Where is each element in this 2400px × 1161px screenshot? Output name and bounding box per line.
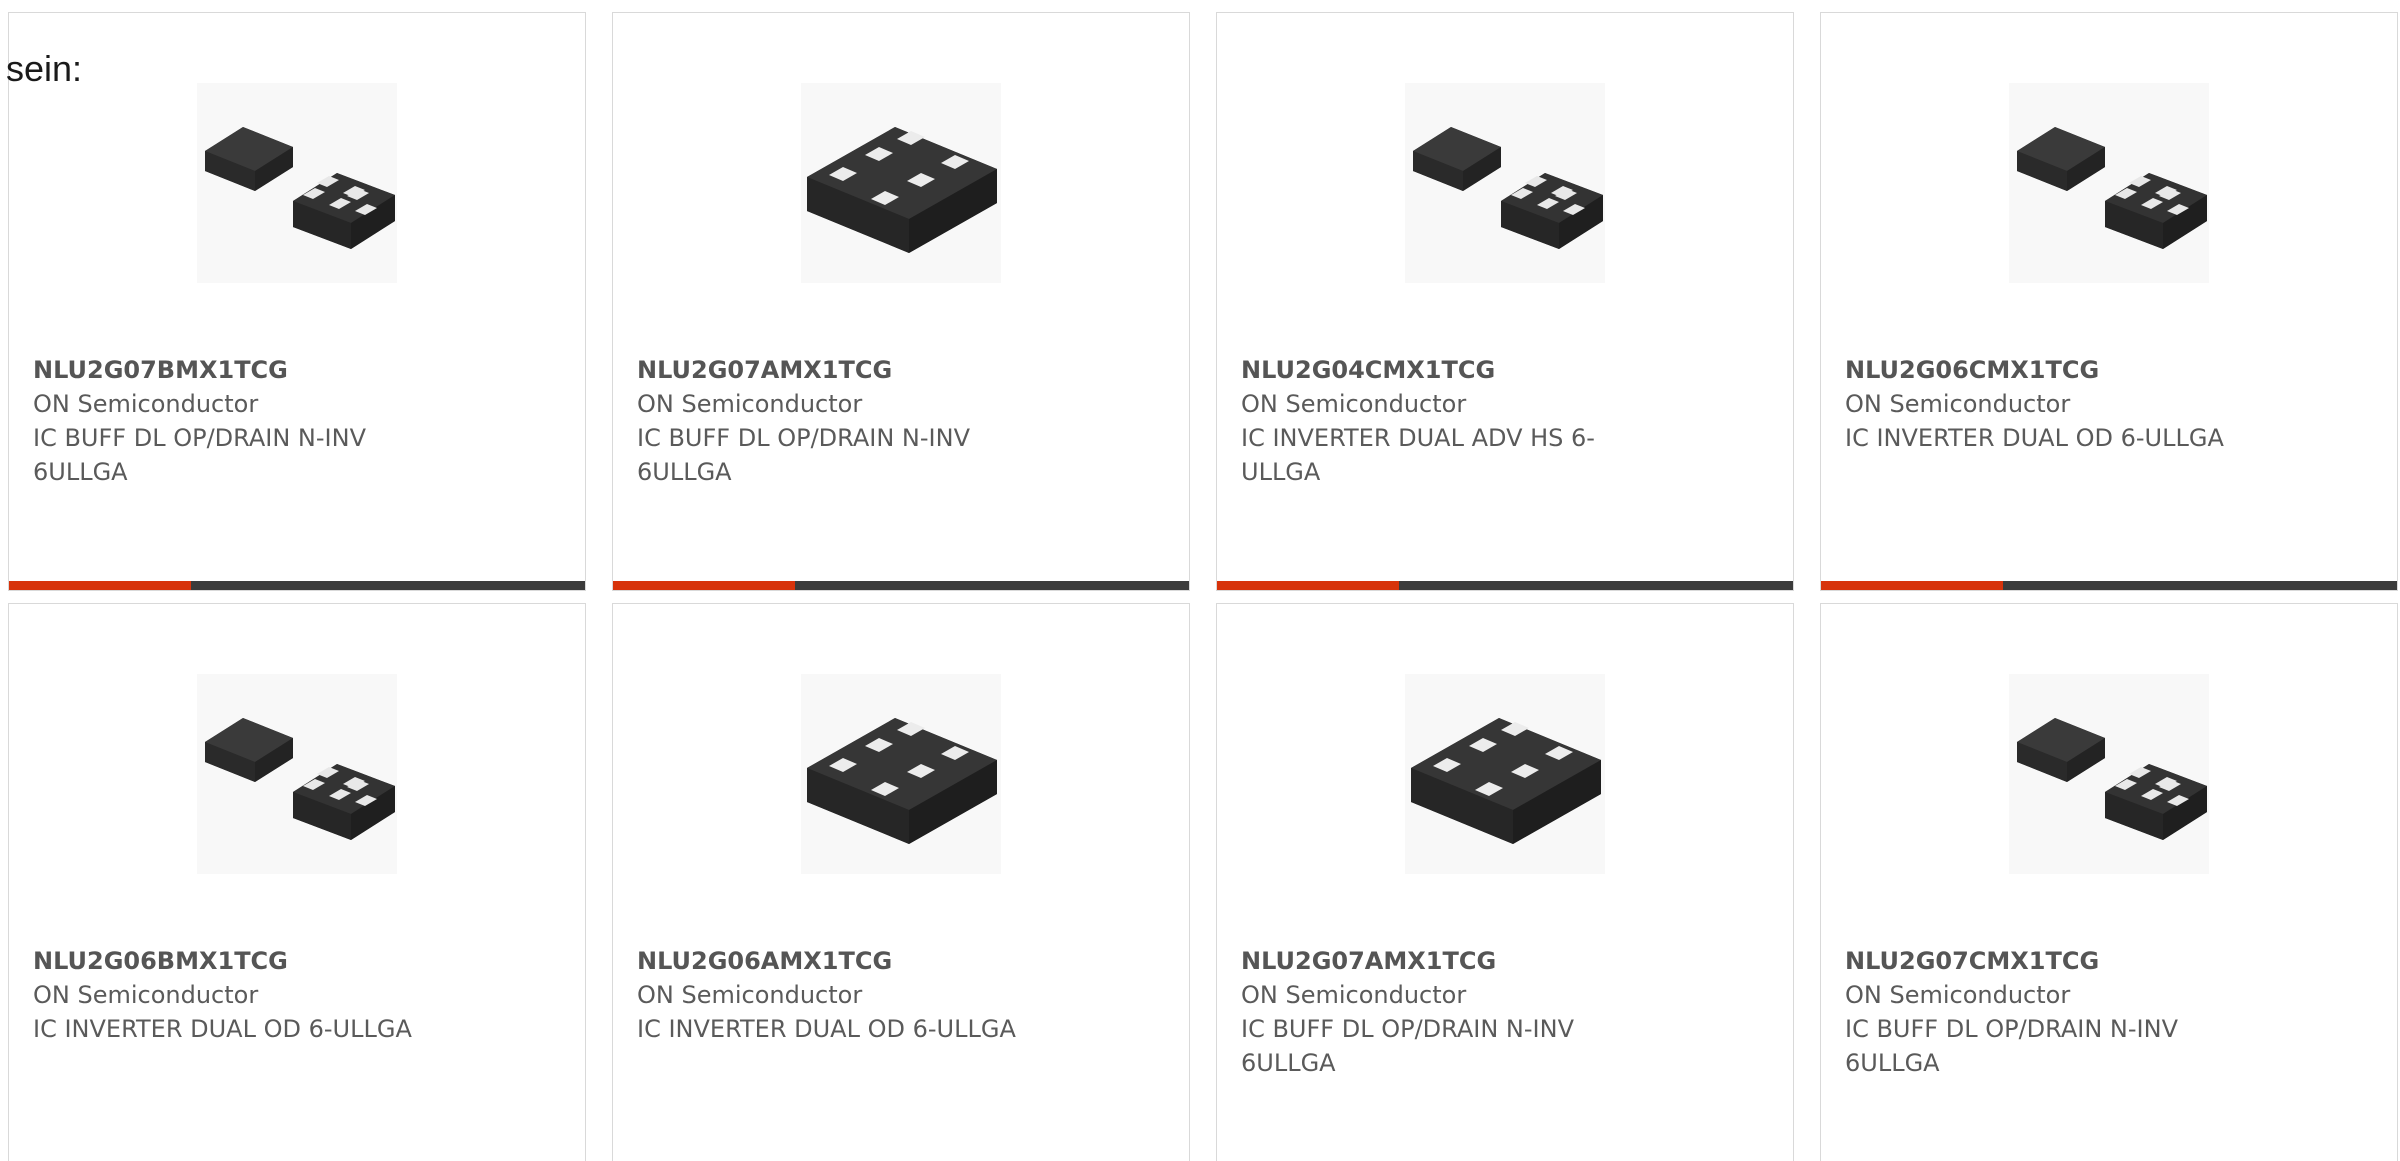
product-card[interactable]: NLU2G07AMX1TCG ON Semiconductor IC BUFF … [612, 12, 1190, 591]
manufacturer-name: ON Semiconductor [33, 981, 259, 1009]
chip-single-icon[interactable] [1405, 674, 1605, 874]
manufacturer-name: ON Semiconductor [637, 390, 863, 418]
part-number-link[interactable]: NLU2G07AMX1TCG [1241, 944, 1661, 978]
product-card[interactable]: NLU2G04CMX1TCG ON Semiconductor IC INVER… [1216, 12, 1794, 591]
product-description: IC BUFF DL OP/DRAIN N-INV 6ULLGA [1845, 1015, 2178, 1077]
manufacturer-name: ON Semiconductor [1845, 390, 2071, 418]
product-card[interactable]: NLU2G06CMX1TCG ON Semiconductor IC INVER… [1820, 12, 2398, 591]
product-description: IC BUFF DL OP/DRAIN N-INV 6ULLGA [637, 424, 970, 486]
product-card[interactable]: NLU2G07BMX1TCG ON Semiconductor IC BUFF … [8, 12, 586, 591]
product-card[interactable]: NLU2G07AMX1TCG ON Semiconductor IC BUFF … [1216, 603, 1794, 1161]
product-description: IC BUFF DL OP/DRAIN N-INV 6ULLGA [1241, 1015, 1574, 1077]
product-description: IC INVERTER DUAL ADV HS 6-ULLGA [1241, 424, 1595, 486]
product-grid: NLU2G07BMX1TCG ON Semiconductor IC BUFF … [8, 12, 2400, 1161]
lead-text: sein: [6, 48, 83, 89]
part-number-link[interactable]: NLU2G07CMX1TCG [1845, 944, 2265, 978]
product-info: NLU2G06BMX1TCG ON Semiconductor IC INVER… [33, 944, 453, 1046]
chip-pair-icon[interactable] [197, 674, 397, 874]
manufacturer-name: ON Semiconductor [1845, 981, 2071, 1009]
chip-single-icon[interactable] [801, 83, 1001, 283]
part-number-link[interactable]: NLU2G07BMX1TCG [33, 353, 453, 387]
product-info: NLU2G07AMX1TCG ON Semiconductor IC BUFF … [637, 353, 1057, 489]
product-card[interactable]: NLU2G07CMX1TCG ON Semiconductor IC BUFF … [1820, 603, 2398, 1161]
card-accent-bar [1821, 581, 2003, 590]
manufacturer-name: ON Semiconductor [637, 981, 863, 1009]
product-description: IC INVERTER DUAL OD 6-ULLGA [1845, 424, 2224, 452]
card-accent-bar [1217, 581, 1399, 590]
part-number-link[interactable]: NLU2G07AMX1TCG [637, 353, 1057, 387]
part-number-link[interactable]: NLU2G06BMX1TCG [33, 944, 453, 978]
product-info: NLU2G04CMX1TCG ON Semiconductor IC INVER… [1241, 353, 1661, 489]
card-bottom-bar [9, 581, 585, 590]
product-description: IC INVERTER DUAL OD 6-ULLGA [33, 1015, 412, 1043]
product-card[interactable]: NLU2G06AMX1TCG ON Semiconductor IC INVER… [612, 603, 1190, 1161]
card-bottom-bar [1821, 581, 2397, 590]
card-bottom-bar [1217, 581, 1793, 590]
manufacturer-name: ON Semiconductor [33, 390, 259, 418]
card-accent-bar [613, 581, 795, 590]
chip-pair-icon[interactable] [2009, 674, 2209, 874]
product-info: NLU2G06CMX1TCG ON Semiconductor IC INVER… [1845, 353, 2265, 455]
product-info: NLU2G07BMX1TCG ON Semiconductor IC BUFF … [33, 353, 453, 489]
chip-pair-icon[interactable] [197, 83, 397, 283]
card-accent-bar [9, 581, 191, 590]
product-info: NLU2G07AMX1TCG ON Semiconductor IC BUFF … [1241, 944, 1661, 1080]
product-info: NLU2G07CMX1TCG ON Semiconductor IC BUFF … [1845, 944, 2265, 1080]
product-description: IC BUFF DL OP/DRAIN N-INV 6ULLGA [33, 424, 366, 486]
chip-pair-icon[interactable] [1405, 83, 1605, 283]
manufacturer-name: ON Semiconductor [1241, 981, 1467, 1009]
chip-single-icon[interactable] [801, 674, 1001, 874]
product-card[interactable]: NLU2G06BMX1TCG ON Semiconductor IC INVER… [8, 603, 586, 1161]
product-description: IC INVERTER DUAL OD 6-ULLGA [637, 1015, 1016, 1043]
manufacturer-name: ON Semiconductor [1241, 390, 1467, 418]
part-number-link[interactable]: NLU2G06CMX1TCG [1845, 353, 2265, 387]
product-info: NLU2G06AMX1TCG ON Semiconductor IC INVER… [637, 944, 1057, 1046]
card-bottom-bar [613, 581, 1189, 590]
chip-pair-icon[interactable] [2009, 83, 2209, 283]
part-number-link[interactable]: NLU2G06AMX1TCG [637, 944, 1057, 978]
part-number-link[interactable]: NLU2G04CMX1TCG [1241, 353, 1661, 387]
